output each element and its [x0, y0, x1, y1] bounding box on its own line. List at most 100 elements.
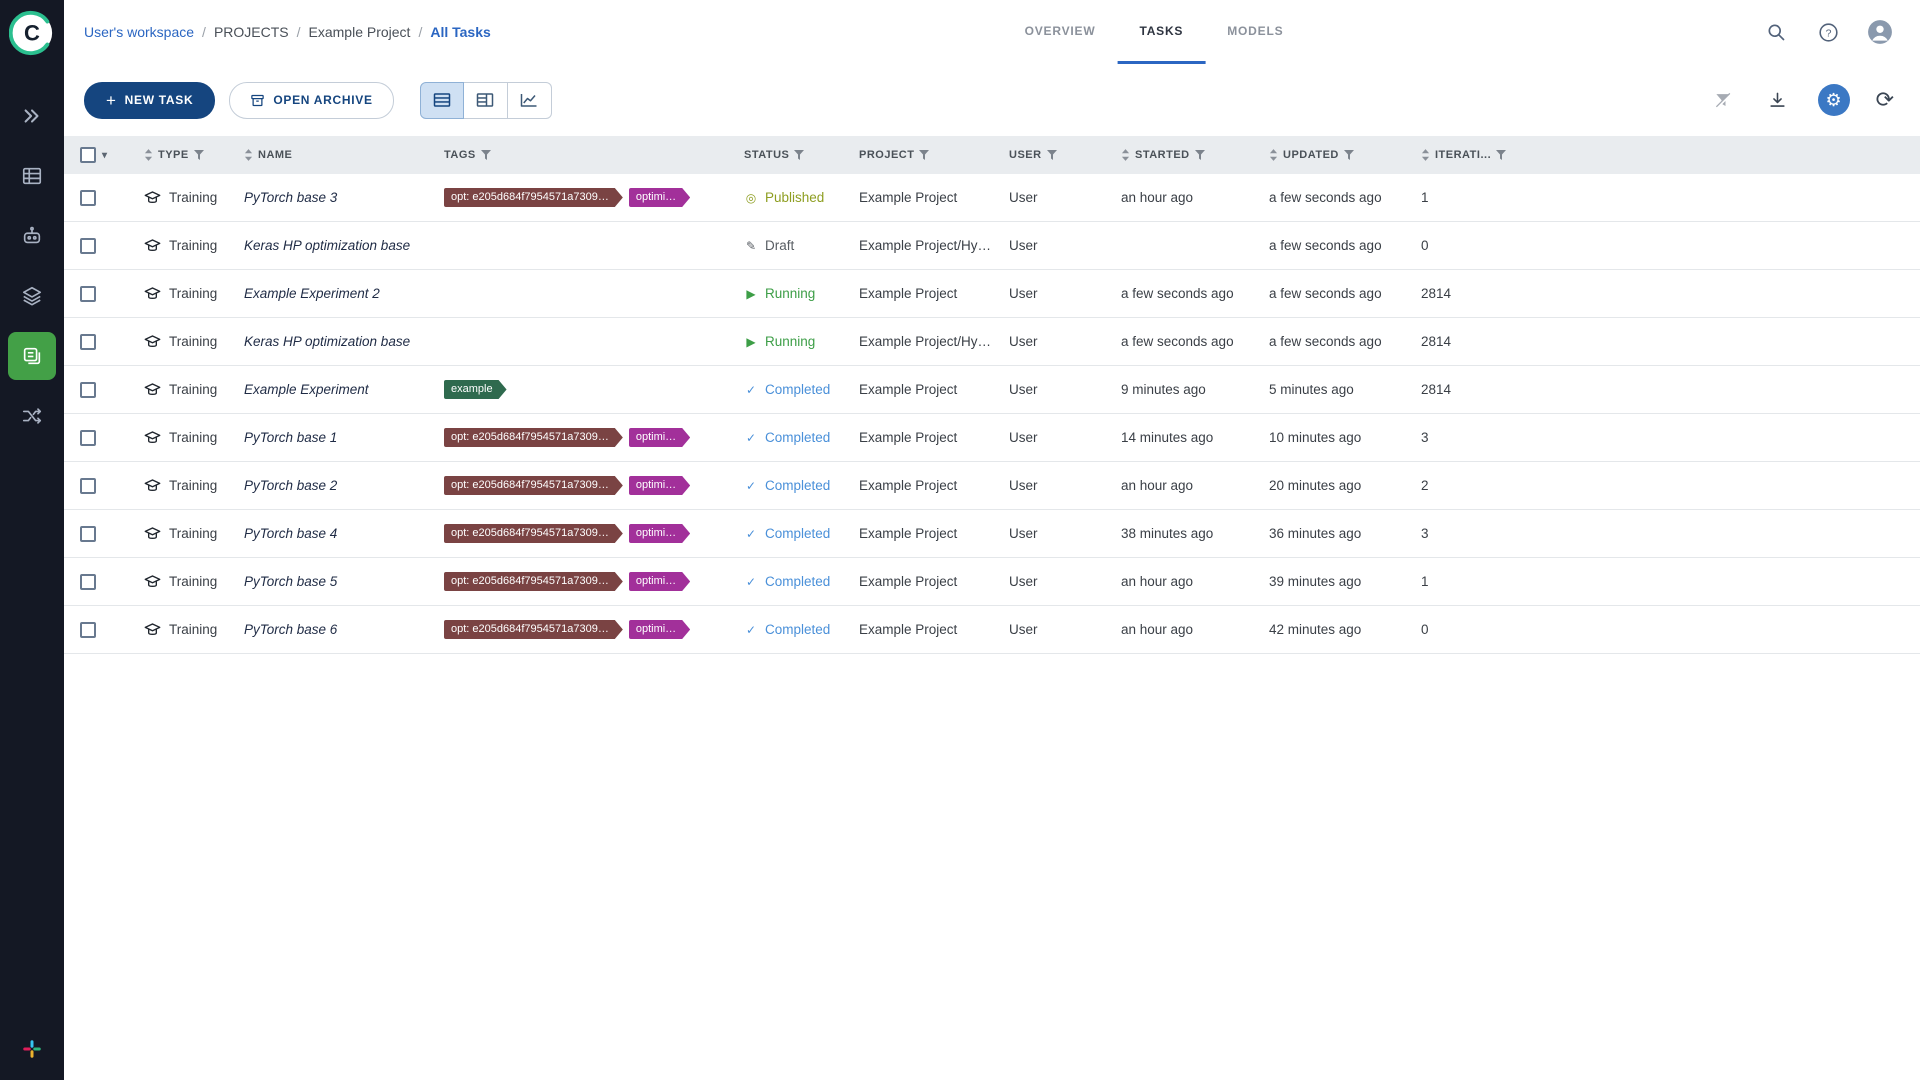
tag[interactable]: opt: e205d684f7954571a7309… [444, 620, 623, 639]
split-view-button[interactable] [463, 81, 508, 119]
tag[interactable]: optimi… [629, 620, 690, 639]
settings-gear-icon[interactable]: ⚙ [1817, 84, 1850, 116]
row-checkbox[interactable] [80, 333, 96, 350]
sidebar-item-workers[interactable] [8, 212, 56, 260]
column-header-tags[interactable]: TAGS [444, 149, 744, 161]
row-checkbox[interactable] [80, 189, 96, 206]
table-row[interactable]: Training PyTorch base 3 opt: e205d684f79… [64, 174, 1920, 222]
new-task-button[interactable]: + NEW TASK [84, 81, 216, 119]
name-cell[interactable]: PyTorch base 1 [244, 430, 444, 445]
row-checkbox[interactable] [80, 573, 96, 590]
auto-refresh-icon[interactable]: ⟳ [1876, 89, 1894, 111]
sort-icon[interactable] [1269, 149, 1278, 161]
name-cell[interactable]: PyTorch base 2 [244, 478, 444, 493]
column-header-status[interactable]: STATUS [744, 149, 859, 161]
sort-icon[interactable] [1121, 149, 1130, 161]
table-row[interactable]: Training Example Experiment example ✓ Co… [64, 366, 1920, 414]
sidebar-item-projects[interactable] [8, 152, 56, 200]
name-cell[interactable]: Keras HP optimization base [244, 334, 444, 349]
select-all-checkbox[interactable] [80, 147, 96, 163]
column-header-name[interactable]: NAME [244, 149, 444, 161]
training-type-icon [144, 335, 161, 348]
filter-icon[interactable] [1046, 150, 1057, 160]
breadcrumb-project[interactable]: Example Project [309, 24, 411, 40]
breadcrumb-all-tasks[interactable]: All Tasks [430, 24, 490, 40]
filter-icon[interactable] [1496, 150, 1507, 160]
tag[interactable]: optimi… [629, 188, 690, 207]
tag[interactable]: opt: e205d684f7954571a7309… [444, 524, 623, 543]
column-header-project[interactable]: PROJECT [859, 149, 1009, 161]
sort-icon[interactable] [144, 149, 153, 161]
tab-models[interactable]: MODELS [1205, 0, 1305, 64]
row-checkbox[interactable] [80, 477, 96, 494]
filter-icon[interactable] [193, 150, 204, 160]
status-cell: ◎ Published [744, 190, 859, 205]
name-cell[interactable]: PyTorch base 6 [244, 622, 444, 637]
table-view-button[interactable] [419, 81, 464, 119]
table-row[interactable]: Training PyTorch base 4 opt: e205d684f79… [64, 510, 1920, 558]
row-select-cell [80, 189, 144, 206]
sidebar-slack-link[interactable] [22, 1039, 42, 1064]
name-cell[interactable]: Example Experiment [244, 382, 444, 397]
filter-icon[interactable] [794, 150, 805, 160]
clear-filters-icon[interactable] [1710, 86, 1738, 114]
tag[interactable]: example [444, 380, 507, 399]
table-row[interactable]: Training PyTorch base 1 opt: e205d684f79… [64, 414, 1920, 462]
filter-icon[interactable] [919, 150, 930, 160]
table-row[interactable]: Training Keras HP optimization base ✎ Dr… [64, 222, 1920, 270]
tab-tasks[interactable]: TASKS [1117, 0, 1206, 64]
table-row[interactable]: Training PyTorch base 6 opt: e205d684f79… [64, 606, 1920, 654]
name-cell[interactable]: PyTorch base 3 [244, 190, 444, 205]
filter-icon[interactable] [480, 150, 491, 160]
row-checkbox[interactable] [80, 285, 96, 302]
filter-icon[interactable] [1194, 150, 1205, 160]
status-icon: ▶ [746, 286, 756, 301]
name-cell[interactable]: PyTorch base 5 [244, 574, 444, 589]
sidebar-item-expand[interactable] [8, 92, 56, 140]
column-header-type[interactable]: TYPE [144, 149, 244, 161]
column-header-started[interactable]: STARTED [1121, 149, 1269, 161]
tag[interactable]: optimi… [629, 524, 690, 543]
column-header-iterations[interactable]: ITERATI... [1421, 149, 1920, 161]
tab-overview[interactable]: OVERVIEW [1003, 0, 1118, 64]
breadcrumb-workspace[interactable]: User's workspace [84, 24, 194, 40]
table-row[interactable]: Training PyTorch base 5 opt: e205d684f79… [64, 558, 1920, 606]
table-row[interactable]: Training PyTorch base 2 opt: e205d684f79… [64, 462, 1920, 510]
column-header-user[interactable]: USER [1009, 149, 1121, 161]
tag[interactable]: opt: e205d684f7954571a7309… [444, 572, 623, 591]
tag[interactable]: opt: e205d684f7954571a7309… [444, 476, 623, 495]
user-avatar[interactable] [1866, 18, 1894, 46]
tag[interactable]: optimi… [629, 572, 690, 591]
sidebar-item-experiments[interactable] [8, 332, 56, 380]
open-archive-button[interactable]: OPEN ARCHIVE [229, 81, 394, 119]
search-icon[interactable] [1762, 18, 1790, 46]
row-checkbox[interactable] [80, 237, 96, 254]
sidebar-item-datasets[interactable] [8, 272, 56, 320]
help-icon[interactable]: ? [1814, 18, 1842, 46]
tag[interactable]: opt: e205d684f7954571a7309… [444, 188, 623, 207]
sidebar-item-pipelines[interactable] [8, 392, 56, 440]
sort-icon[interactable] [1421, 149, 1430, 161]
breadcrumb-projects[interactable]: PROJECTS [214, 24, 289, 40]
table-row[interactable]: Training Example Experiment 2 ▶ Running … [64, 270, 1920, 318]
filter-icon[interactable] [1343, 150, 1354, 160]
tag[interactable]: optimi… [629, 428, 690, 447]
split-view-icon [476, 93, 494, 107]
row-checkbox[interactable] [80, 621, 96, 638]
robot-icon [23, 226, 41, 244]
name-cell[interactable]: Example Experiment 2 [244, 286, 444, 301]
clearml-logo-icon[interactable]: C [9, 10, 55, 56]
select-menu-caret-icon[interactable]: ▾ [102, 150, 108, 161]
row-checkbox[interactable] [80, 429, 96, 446]
row-checkbox[interactable] [80, 381, 96, 398]
tag[interactable]: optimi… [629, 476, 690, 495]
table-row[interactable]: Training Keras HP optimization base ▶ Ru… [64, 318, 1920, 366]
sort-icon[interactable] [244, 149, 253, 161]
row-checkbox[interactable] [80, 525, 96, 542]
tag[interactable]: opt: e205d684f7954571a7309… [444, 428, 623, 447]
download-icon[interactable] [1764, 86, 1792, 114]
column-header-updated[interactable]: UPDATED [1269, 149, 1421, 161]
name-cell[interactable]: Keras HP optimization base [244, 238, 444, 253]
name-cell[interactable]: PyTorch base 4 [244, 526, 444, 541]
chart-view-button[interactable] [507, 81, 552, 119]
